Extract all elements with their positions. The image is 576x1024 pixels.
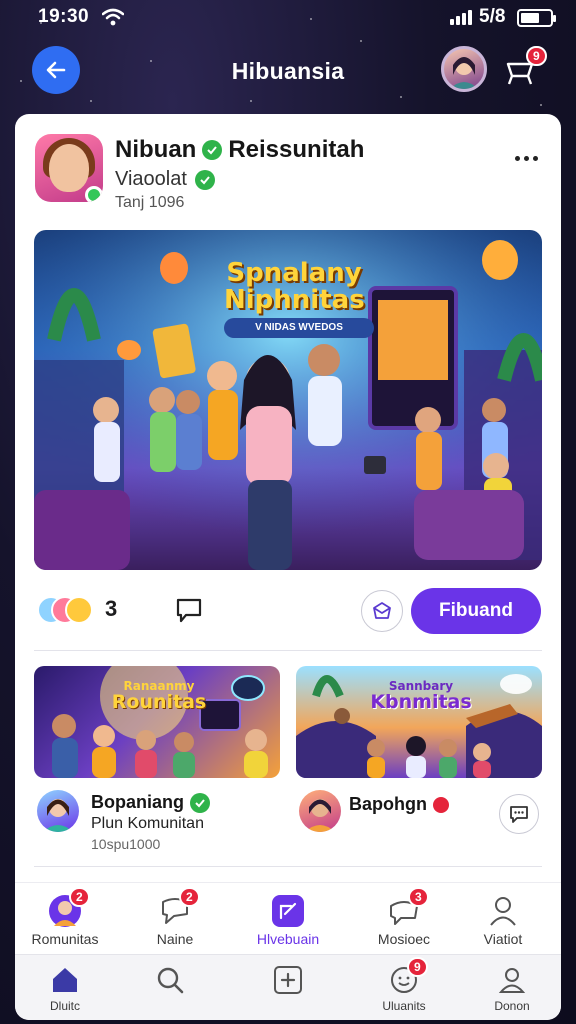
tab-communities[interactable]: 2 Romunitas	[15, 887, 115, 953]
author-name[interactable]: Nibuan	[115, 136, 196, 164]
follow-button[interactable]: Fibuand	[411, 588, 541, 634]
search-icon	[157, 967, 184, 994]
nav-search[interactable]	[120, 963, 220, 1017]
related-community-card[interactable]: Ranaanmy Rounitas	[34, 666, 280, 778]
reaction-emojis[interactable]	[37, 596, 97, 624]
author-avatar[interactable]	[35, 134, 103, 202]
post-actions-row: 3 Fibuand	[15, 586, 561, 638]
cell-signal-icon	[450, 10, 472, 25]
profile-icon	[490, 897, 516, 926]
chat-button[interactable]	[499, 794, 539, 834]
hero-subtitle-banner: V NIDAS WVEDOS	[224, 318, 374, 338]
online-status-dot	[85, 186, 103, 202]
tab-badge: 2	[179, 887, 200, 907]
share-icon	[373, 602, 391, 619]
nav-add[interactable]	[238, 963, 338, 1017]
reaction-count: 3	[105, 596, 118, 621]
create-post-icon	[272, 895, 304, 927]
hero-title-line2: Niphnitas	[224, 285, 365, 316]
verified-icon	[190, 792, 210, 813]
wifi-icon	[102, 8, 124, 26]
post-subtitle-row: Viaoolat	[115, 168, 215, 191]
reaction-smile-icon	[65, 596, 93, 624]
battery-icon	[517, 9, 556, 27]
related-banner-title: Ranaanmy Rounitas	[111, 679, 207, 713]
divider	[34, 650, 542, 651]
community-name[interactable]: Reissunitah	[228, 136, 364, 164]
tab-label: Naine	[156, 931, 194, 947]
related-author-row: Bapohgn	[349, 794, 449, 815]
status-time: 19:30	[38, 6, 90, 27]
person-avatar-icon	[450, 57, 478, 89]
status-bar: 19:30 5/8	[0, 0, 576, 36]
dot-icon	[515, 156, 520, 161]
post-card: Nibuan Reissunitah Viaoolat Tanj 1096 Sp…	[15, 114, 561, 1020]
related-author-row: Bopaniang	[91, 792, 210, 813]
related-author-date: 10spu1000	[91, 836, 161, 852]
comment-icon	[176, 598, 202, 623]
tab-label: Mosioec	[377, 931, 431, 947]
hero-title-line1: Spnalany	[226, 258, 362, 288]
dot-icon	[524, 156, 529, 161]
account-icon	[498, 968, 526, 993]
divider	[34, 866, 542, 867]
tab-create[interactable]: Hlvebuain	[238, 893, 338, 953]
verified-icon	[202, 140, 223, 160]
add-icon	[274, 966, 302, 994]
community-tab-bar: 2 Romunitas 2 Naine Hlvebuain 3 Mosioec …	[15, 882, 561, 954]
post-author-row: Nibuan Reissunitah	[115, 136, 364, 164]
nav-home[interactable]: Dluitc	[15, 963, 115, 1017]
hero-title: Spnalany Niphnitas	[224, 258, 365, 316]
tab-profile[interactable]: Viatiot	[453, 893, 553, 953]
comment-button[interactable]	[173, 594, 205, 626]
arrow-left-icon	[46, 61, 66, 79]
nav-badge: 9	[407, 957, 428, 977]
nav-label: Dluitc	[49, 999, 80, 1013]
related-author-avatar[interactable]	[37, 790, 79, 832]
back-button[interactable]	[32, 46, 80, 94]
more-options-button[interactable]	[515, 156, 538, 161]
nav-label: Uluanits	[382, 999, 426, 1013]
related-community-card[interactable]: Sannbary Kbnmitas	[296, 666, 542, 778]
tab-chat[interactable]: 2 Naine	[125, 887, 225, 953]
related-banner-title: Sannbary Kbnmitas	[370, 679, 472, 713]
tab-badge: 3	[408, 887, 429, 907]
live-dot-icon	[433, 796, 449, 813]
battery-text: 5/8	[479, 6, 506, 27]
related-author-avatar[interactable]	[299, 790, 341, 832]
home-icon	[53, 968, 77, 992]
page-title: Hibuansia	[231, 58, 345, 84]
post-subtitle: Viaoolat	[115, 168, 187, 190]
nav-notifications[interactable]: 9 Uluanits	[354, 957, 454, 1017]
related-author-name[interactable]: Bapohgn	[349, 794, 427, 815]
share-button[interactable]	[361, 590, 403, 632]
person-avatar-icon	[43, 799, 73, 832]
nav-label: Donon	[494, 999, 530, 1013]
tab-messages[interactable]: 3 Mosioec	[354, 887, 454, 953]
dot-icon	[533, 156, 538, 161]
post-date: Tanj 1096	[115, 194, 185, 211]
tab-label: Hlvebuain	[256, 931, 320, 947]
chat-bubble-icon	[510, 806, 528, 823]
profile-avatar[interactable]	[441, 46, 487, 92]
tab-badge: 2	[69, 887, 90, 907]
cart-badge: 9	[526, 46, 547, 66]
bottom-navigation: Dluitc 9 Uluanits Donon	[15, 954, 561, 1020]
verified-icon	[194, 169, 215, 190]
person-avatar-icon	[305, 799, 335, 832]
related-author-name[interactable]: Bopaniang	[91, 792, 184, 813]
related-author-community: Plun Komunitan	[91, 815, 204, 832]
tab-label: Viatiot	[483, 931, 523, 947]
nav-account[interactable]: Donon	[462, 963, 561, 1017]
cart-button[interactable]: 9	[502, 46, 547, 90]
tab-label: Romunitas	[31, 931, 99, 947]
post-hero-image[interactable]: Spnalany Niphnitas V NIDAS WVEDOS	[34, 230, 542, 570]
